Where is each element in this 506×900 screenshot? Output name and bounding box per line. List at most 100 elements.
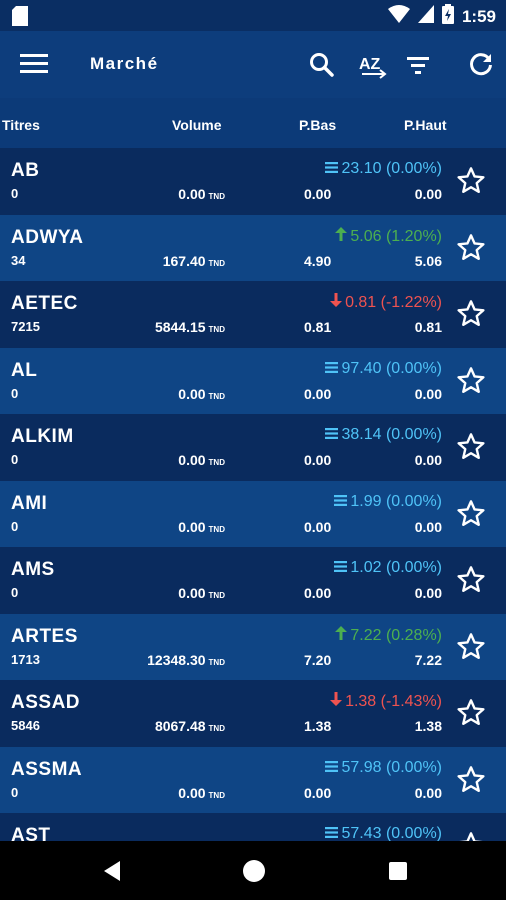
currency-label: TND bbox=[208, 391, 225, 401]
favorite-star-icon[interactable] bbox=[455, 232, 487, 264]
favorite-star-icon[interactable] bbox=[455, 298, 487, 330]
currency-label: TND bbox=[208, 657, 225, 667]
sd-card-icon bbox=[12, 6, 28, 31]
stock-row[interactable]: AL 0 0.00 TND 97.40 (0.00%) 0.00 0.00 bbox=[0, 347, 506, 414]
favorite-star-icon[interactable] bbox=[455, 165, 487, 197]
favorite-star-icon[interactable] bbox=[455, 631, 487, 663]
volume-value: 5844.15 bbox=[154, 319, 206, 335]
stock-row[interactable]: ADWYA 34 167.40 TND 5.06 (1.20%) 4.90 5.06 bbox=[0, 214, 506, 281]
status-time: 1:59 bbox=[461, 6, 496, 26]
stock-low: 0.00 bbox=[304, 585, 332, 601]
cell-signal-icon bbox=[417, 5, 434, 28]
currency-label: TND bbox=[208, 524, 225, 534]
favorite-star-icon[interactable] bbox=[455, 564, 487, 596]
battery-icon bbox=[441, 4, 454, 29]
price-change: 1.99 (0.00%) bbox=[350, 492, 442, 510]
favorite-star-icon[interactable] bbox=[455, 498, 487, 530]
recents-icon[interactable] bbox=[384, 857, 412, 885]
stock-price: 97.40 (0.00%) bbox=[325, 360, 442, 378]
stock-quantity: 0 bbox=[11, 518, 19, 534]
volume-value: 12348.30 bbox=[147, 651, 206, 668]
column-titres[interactable]: Titres bbox=[2, 117, 40, 133]
stock-price: 23.10 (0.00%) bbox=[325, 160, 442, 178]
stock-price: 38.14 (0.00%) bbox=[325, 426, 442, 444]
volume-value: 8067.48 bbox=[154, 718, 206, 734]
stock-low: 0.00 bbox=[304, 518, 332, 535]
stock-high: 0.81 bbox=[414, 319, 442, 335]
volume-value: 0.00 bbox=[178, 385, 206, 402]
volume-value: 0.00 bbox=[178, 452, 206, 468]
favorite-star-icon[interactable] bbox=[455, 697, 487, 729]
price-change: 7.22 (0.28%) bbox=[350, 626, 442, 644]
stock-row[interactable]: AST00.00TND57.43 (0.00%)0.000.00 bbox=[0, 813, 506, 841]
stock-price: 1.99 (0.00%) bbox=[334, 493, 442, 511]
stock-quantity: 7215 bbox=[11, 319, 40, 334]
stock-low: 0.81 bbox=[304, 319, 332, 335]
search-icon[interactable] bbox=[306, 49, 338, 81]
stock-quantity: 0 bbox=[11, 186, 19, 201]
stock-volume: 5844.15 TND bbox=[155, 319, 225, 335]
stock-high: 0.00 bbox=[414, 452, 442, 468]
price-change: 57.98 (0.00%) bbox=[341, 758, 442, 776]
stock-price: 5.06 (1.20%) bbox=[335, 226, 442, 246]
stock-low: 0.00 bbox=[304, 186, 332, 202]
stock-ticker: AL bbox=[11, 359, 38, 381]
back-icon[interactable] bbox=[98, 857, 126, 885]
stock-quantity: 1713 bbox=[11, 651, 40, 667]
stock-row[interactable]: ALKIM 0 0.00 TND 38.14 (0.00%) 0.00 0.00 bbox=[0, 414, 506, 481]
stock-volume: 12348.30 TND bbox=[147, 652, 225, 668]
status-bar: 1:59 bbox=[0, 0, 506, 31]
stock-row[interactable]: ASSAD 5846 8067.48 TND 1.38 (-1.43%) 1.38 1.38 bbox=[0, 680, 506, 747]
stock-high: 7.22 bbox=[414, 651, 442, 668]
stock-volume: 0.00 TND bbox=[178, 519, 225, 535]
equal-trend-icon bbox=[325, 825, 339, 841]
stock-row[interactable]: AETEC 7215 5844.15 TND 0.81 (-1.22%) 0.81 0.81 bbox=[0, 281, 506, 348]
home-icon[interactable] bbox=[240, 857, 268, 885]
stock-low: 1.38 bbox=[304, 718, 332, 734]
stock-row[interactable]: AB 0 0.00 TND 23.10 (0.00%) 0.00 0.00 bbox=[0, 148, 506, 215]
price-change: 0.81 (-1.22%) bbox=[345, 294, 442, 311]
equal-trend-icon bbox=[334, 493, 348, 510]
column-header: Titres Volume P.Bas P.Haut bbox=[0, 98, 506, 148]
favorite-star-icon[interactable] bbox=[455, 764, 487, 796]
stock-ticker: AB bbox=[11, 160, 40, 181]
column-volume[interactable]: Volume bbox=[172, 117, 222, 133]
stock-volume: 0.00 TND bbox=[178, 386, 225, 402]
column-pbas[interactable]: P.Bas bbox=[299, 117, 336, 133]
stock-ticker: AETEC bbox=[11, 293, 78, 314]
column-phaut[interactable]: P.Haut bbox=[404, 117, 447, 133]
stock-price: 1.02 (0.00%) bbox=[334, 559, 442, 577]
stock-volume: 8067.48 TND bbox=[155, 718, 225, 734]
currency-label: TND bbox=[208, 724, 225, 733]
menu-icon[interactable] bbox=[18, 51, 50, 77]
stock-row[interactable]: AMS 0 0.00 TND 1.02 (0.00%) 0.00 0.00 bbox=[0, 547, 506, 614]
price-change: 38.14 (0.00%) bbox=[341, 426, 442, 443]
stock-ticker: ALKIM bbox=[11, 426, 74, 447]
stock-row[interactable]: AMI 0 0.00 TND 1.99 (0.00%) 0.00 0.00 bbox=[0, 480, 506, 547]
favorite-star-icon[interactable] bbox=[455, 431, 487, 463]
stock-price: 57.43 (0.00%) bbox=[325, 825, 442, 841]
price-change: 97.40 (0.00%) bbox=[341, 359, 442, 377]
sort-az-icon[interactable]: AZ bbox=[356, 49, 390, 81]
stock-high: 0.00 bbox=[414, 186, 442, 202]
navigation-bar bbox=[0, 841, 506, 900]
stock-row[interactable]: ARTES 1713 12348.30 TND 7.22 (0.28%) 7.20 7.22 bbox=[0, 613, 506, 680]
stock-price: 57.98 (0.00%) bbox=[325, 759, 442, 777]
stock-low: 4.90 bbox=[304, 252, 332, 269]
stock-volume: 167.40 TND bbox=[163, 253, 225, 269]
stock-ticker: AST bbox=[11, 825, 51, 841]
currency-label: TND bbox=[208, 591, 225, 600]
favorite-star-icon[interactable] bbox=[455, 365, 487, 397]
stock-row[interactable]: ASSMA 0 0.00 TND 57.98 (0.00%) 0.00 0.00 bbox=[0, 746, 506, 813]
volume-value: 0.00 bbox=[178, 585, 206, 601]
stock-price: 0.81 (-1.22%) bbox=[330, 293, 442, 312]
stock-low: 7.20 bbox=[304, 651, 332, 668]
down-arrow-icon bbox=[330, 692, 343, 710]
refresh-icon[interactable] bbox=[465, 49, 497, 81]
currency-label: TND bbox=[208, 790, 225, 800]
filter-icon[interactable] bbox=[402, 49, 434, 81]
wifi-icon bbox=[387, 5, 410, 28]
favorite-star-icon[interactable] bbox=[455, 830, 487, 841]
stock-ticker: AMS bbox=[11, 559, 55, 580]
stock-quantity: 0 bbox=[11, 784, 19, 800]
